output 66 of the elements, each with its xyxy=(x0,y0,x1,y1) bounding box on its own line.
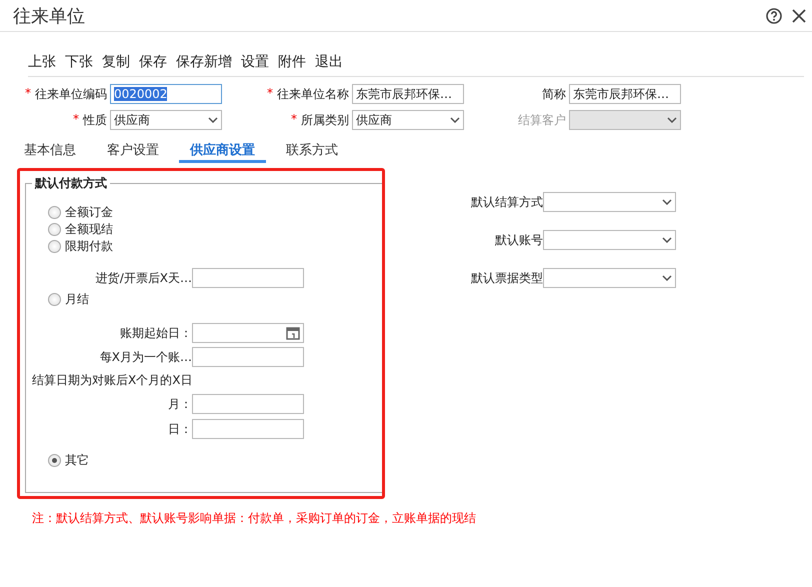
required-mark: * xyxy=(291,112,297,128)
text-field[interactable]: 0020002 xyxy=(110,84,222,104)
caret-icon xyxy=(662,237,672,243)
dropdown[interactable]: 供应商 xyxy=(352,110,464,130)
note-text: 注：默认结算方式、默认账号影响单据：付款单，采购订单的订金，立账单据的现结 xyxy=(32,510,477,527)
radio-label: 其它 xyxy=(65,452,89,469)
close-icon[interactable] xyxy=(792,8,806,22)
toolbar-button[interactable]: 上张 xyxy=(28,53,56,71)
radio-label: 月结 xyxy=(65,291,89,308)
tab[interactable]: 联系方式 xyxy=(275,139,349,163)
field-label: 默认账号 xyxy=(494,232,543,248)
caret-icon xyxy=(450,117,460,123)
caret-icon xyxy=(667,117,677,123)
radio-button[interactable] xyxy=(48,206,61,219)
dropdown[interactable] xyxy=(543,192,676,212)
text-field[interactable] xyxy=(192,419,304,439)
text-field[interactable]: 东莞市辰邦环保… xyxy=(569,84,681,104)
dropdown[interactable]: 供应商 xyxy=(110,110,222,130)
caret-icon xyxy=(208,117,218,123)
toolbar-button[interactable]: 设置 xyxy=(241,53,269,71)
tab[interactable]: 客户设置 xyxy=(96,139,170,163)
radio-label: 限期付款 xyxy=(65,238,113,255)
calendar-icon[interactable] xyxy=(286,326,300,340)
dropdown[interactable] xyxy=(543,230,676,250)
field-label: 进货/开票后X天… xyxy=(94,270,192,286)
field-label: 月： xyxy=(167,396,192,412)
text-field[interactable] xyxy=(192,394,304,414)
field-label: 往来单位编码 xyxy=(35,86,108,102)
field-label: 性质 xyxy=(83,112,108,128)
dropdown[interactable] xyxy=(543,268,676,288)
field-label: 往来单位名称 xyxy=(277,86,350,102)
group-title: 默认付款方式 xyxy=(32,175,110,192)
field-label: 默认票据类型 xyxy=(470,270,543,286)
field-label: 账期起始日： xyxy=(119,324,192,342)
toolbar-button[interactable]: 保存新增 xyxy=(176,53,232,71)
required-mark: * xyxy=(25,86,31,102)
radio-label: 全额现结 xyxy=(65,221,113,238)
required-mark: * xyxy=(73,112,79,128)
caret-icon xyxy=(662,275,672,281)
field-label: 每X月为一个账… xyxy=(98,348,192,366)
radio-button[interactable] xyxy=(48,223,61,236)
field-label: 所属类别 xyxy=(301,112,350,128)
radio-button[interactable] xyxy=(48,293,61,306)
section-label: 结算日期为对账后X个月的X日 xyxy=(31,372,194,389)
field-label: 结算客户 xyxy=(518,112,567,128)
tab[interactable]: 基本信息 xyxy=(13,139,87,163)
caret-icon xyxy=(662,199,672,205)
window-title: 往来单位 xyxy=(13,4,86,28)
radio-label: 全额订金 xyxy=(65,204,113,221)
help-icon[interactable] xyxy=(766,8,782,24)
date-field[interactable] xyxy=(192,323,304,343)
field-label: 日： xyxy=(167,420,192,438)
toolbar-button[interactable]: 下张 xyxy=(65,53,93,71)
tab[interactable]: 供应商设置 xyxy=(179,139,266,163)
toolbar-button[interactable]: 复制 xyxy=(102,53,130,71)
field-label: 默认结算方式 xyxy=(470,194,543,210)
radio-button[interactable] xyxy=(48,454,61,467)
text-field[interactable]: 东莞市辰邦环保… xyxy=(352,84,464,104)
toolbar-button[interactable]: 附件 xyxy=(278,53,306,71)
text-field[interactable] xyxy=(192,268,304,288)
toolbar-button[interactable]: 保存 xyxy=(139,53,167,71)
radio-button[interactable] xyxy=(48,240,61,253)
field-label: 简称 xyxy=(542,86,567,102)
text-field[interactable] xyxy=(192,347,304,367)
required-mark: * xyxy=(267,86,273,102)
toolbar-button[interactable]: 退出 xyxy=(315,53,343,71)
